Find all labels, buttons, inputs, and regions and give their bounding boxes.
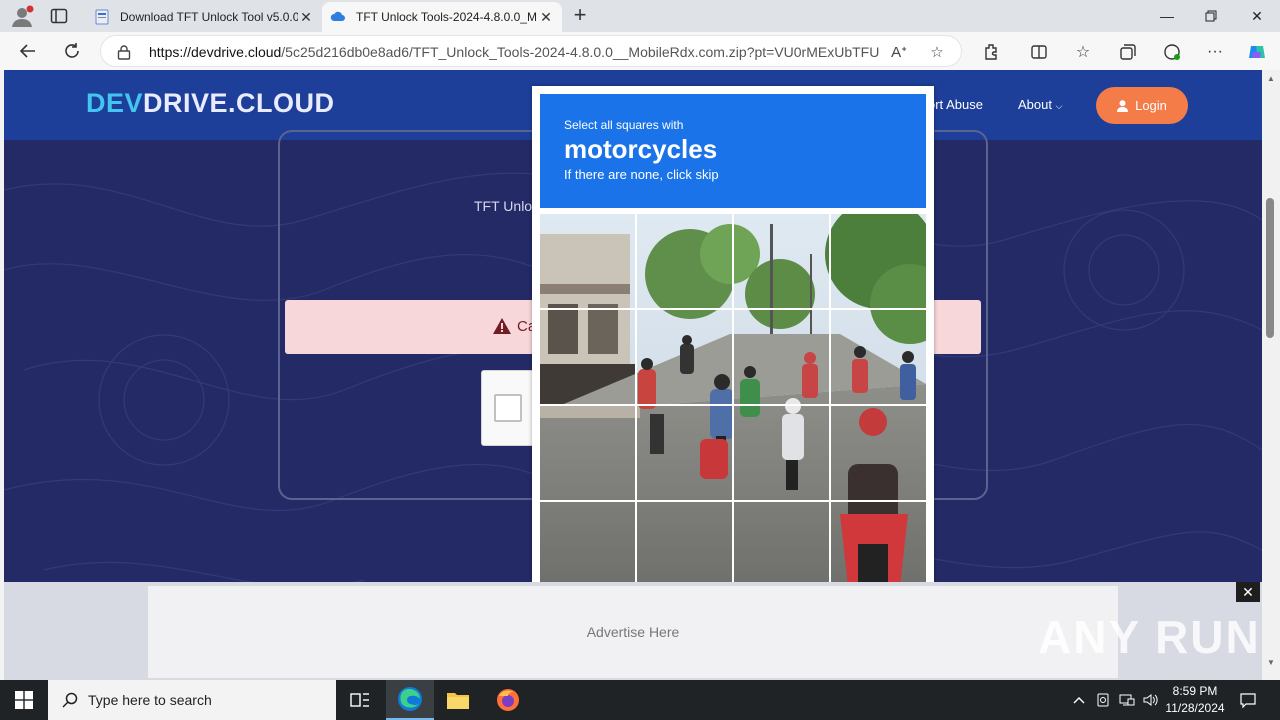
show-hidden-icons[interactable] [1068,680,1090,720]
extensions-icon[interactable] [980,41,1002,63]
browser-essentials-icon[interactable] [1161,41,1183,63]
close-tab-icon[interactable]: ✕ [538,9,554,26]
lock-icon[interactable] [117,44,131,60]
refresh-icon [65,43,79,58]
notification-icon [1240,693,1256,708]
ad-slot[interactable]: Advertise Here [148,586,1118,678]
new-tab-button[interactable]: + [568,4,592,28]
taskbar-clock[interactable]: 8:59 PM 11/28/2024 [1158,683,1232,717]
restore-button[interactable] [1188,0,1234,32]
tab-tft-unlock-tools[interactable]: TFT Unlock Tools-2024-4.8.0.0_M ✕ [322,2,562,32]
challenge-hint: If there are none, click skip [564,167,719,182]
clock-time: 8:59 PM [1172,684,1218,698]
firefox-taskbar-app[interactable] [484,680,532,720]
scroll-up-icon[interactable]: ▲ [1265,74,1277,83]
url-text[interactable]: https://devdrive.cloud/5c25d216db0e8ad6/… [149,44,879,60]
page-favicon-icon [95,9,109,25]
scroll-thumb[interactable] [1266,198,1274,338]
warning-icon [493,318,511,334]
ad-close-button[interactable]: ✕ [1236,582,1260,602]
more-options-icon[interactable]: ··· [1204,41,1226,63]
anyrun-watermark: ANY RUN [1038,606,1261,668]
edge-icon [398,687,422,711]
windows-taskbar: Type here to search 8:59 PM 11/28/2024 [0,680,1280,720]
chevron-up-icon [1073,697,1085,704]
task-view-button[interactable] [336,680,384,720]
clock-date: 11/28/2024 [1165,701,1225,715]
tab-title: TFT Unlock Tools-2024-4.8.0.0_M [356,10,537,24]
site-logo[interactable]: DEVDRIVE.CLOUD [86,88,335,119]
url-path: /5c25d216db0e8ad6/TFT_Unlock_Tools-2024-… [281,44,879,60]
challenge-instruction: Select all squares with [564,118,684,132]
back-arrow-icon [19,44,35,58]
read-aloud-icon[interactable]: Aᐩ [889,43,909,63]
defender-tray-icon[interactable] [1092,680,1114,720]
grid-lines [540,214,926,586]
network-icon[interactable] [1116,680,1138,720]
copilot-icon[interactable] [1246,41,1268,63]
tab-strip: Download TFT Unlock Tool v5.0.0 ✕ TFT Un… [0,0,1280,32]
windows-logo-icon [15,691,33,709]
challenge-header: Select all squares with motorcycles If t… [540,94,926,208]
address-bar[interactable]: https://devdrive.cloud/5c25d216db0e8ad6/… [100,35,962,67]
favorites-icon[interactable]: ☆ [1072,41,1094,63]
nav-report-abuse[interactable]: ort Abuse [928,97,983,112]
collections-icon[interactable] [1117,41,1139,63]
search-placeholder: Type here to search [88,692,212,708]
profile-icon[interactable] [10,5,34,27]
image-grid [540,214,926,586]
split-screen-icon[interactable] [1028,41,1050,63]
user-icon [1117,99,1129,112]
cloud-favicon-icon [330,11,345,21]
chevron-down-icon: ⌵ [1055,101,1063,111]
nav-about[interactable]: About ⌵ [1018,97,1062,112]
watermark-text: ANY RUN [1038,611,1261,663]
task-view-icon [350,693,369,707]
tab-actions-icon[interactable] [50,7,68,25]
restore-icon [1205,10,1217,22]
search-icon [62,692,78,708]
recaptcha-checkbox[interactable] [494,394,522,422]
refresh-button[interactable] [60,39,84,63]
favorite-star-icon[interactable]: ☆ [927,43,947,63]
file-title-text: TFT Unloc [474,198,540,214]
file-explorer-taskbar-app[interactable] [434,680,482,720]
page-scrollbar[interactable]: ▲ ▼ [1262,70,1280,680]
folder-icon [447,693,469,709]
scroll-down-icon[interactable]: ▼ [1265,658,1277,667]
login-label: Login [1135,98,1167,113]
back-button[interactable] [16,39,40,63]
start-button[interactable] [0,680,48,720]
tab-title: Download TFT Unlock Tool v5.0.0 [120,10,298,24]
ad-text: Advertise Here [586,624,680,640]
captcha-challenge: Select all squares with motorcycles If t… [532,86,934,586]
challenge-target: motorcycles [564,134,718,164]
tab-download-tft[interactable]: Download TFT Unlock Tool v5.0.0 ✕ [86,2,322,32]
close-tab-icon[interactable]: ✕ [298,9,314,26]
minimize-button[interactable]: — [1144,0,1190,32]
edge-taskbar-app[interactable] [386,680,434,720]
close-window-button[interactable]: ✕ [1234,0,1280,32]
login-button[interactable]: Login [1096,87,1188,124]
taskbar-search[interactable]: Type here to search [48,680,336,720]
browser-toolbar: https://devdrive.cloud/5c25d216db0e8ad6/… [0,32,1280,70]
notifications-button[interactable] [1234,680,1262,720]
firefox-icon [497,689,519,711]
url-host: https://devdrive.cloud [149,44,282,60]
